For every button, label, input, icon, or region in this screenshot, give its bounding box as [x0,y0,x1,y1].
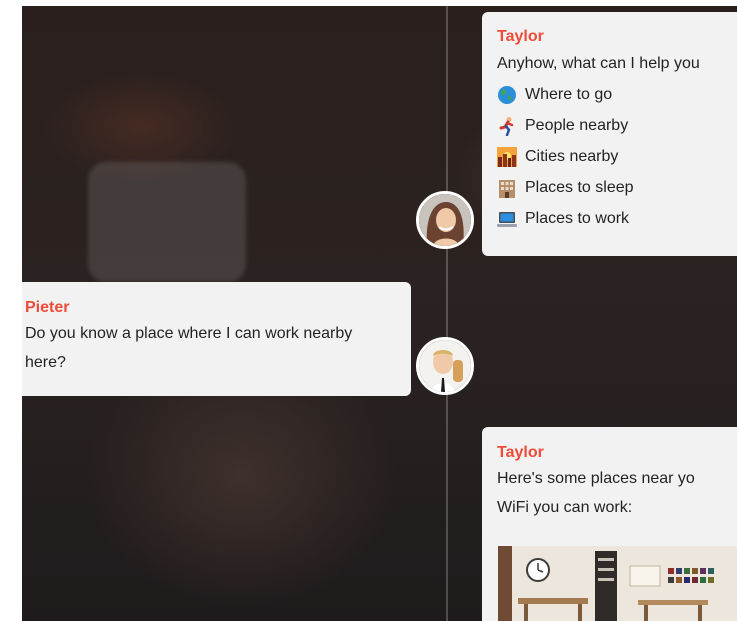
message-text: Anyhow, what can I help you [497,55,700,72]
workspace-photo[interactable] [498,546,737,621]
chat-background: Taylor Anyhow, what can I help you Where… [22,6,737,621]
message-text-line-2: WiFi you can work: [497,499,633,516]
timeline-line [446,6,448,621]
message-text-line-1: Here's some places near yo [497,470,695,487]
option-label: Places to work [525,210,630,227]
option-label: Places to sleep [525,179,634,196]
option-places-to-work[interactable]: Places to work [497,203,737,234]
laptop-icon [497,211,517,227]
hotel-icon [499,179,515,198]
taylor-message-bubble: Taylor Anyhow, what can I help you Where… [482,12,737,256]
option-label: Where to go [525,86,613,103]
option-people-nearby[interactable]: People nearby [497,110,737,141]
globe-icon [498,85,516,104]
option-places-to-sleep[interactable]: Places to sleep [497,172,737,203]
message-text: Do you know a place where I can work nea… [25,325,353,371]
running-person-icon [499,116,514,136]
cafe-image [498,546,737,621]
man-avatar-icon [419,340,471,392]
pieter-message-bubble: Pieter Do you know a place where I can w… [22,282,411,396]
sender-name: Pieter [25,299,70,316]
blurred-phone [88,162,246,282]
option-label: People nearby [525,117,629,134]
sender-name: Taylor [497,444,544,461]
option-cities-nearby[interactable]: Cities nearby [497,141,737,172]
taylor-avatar[interactable] [416,191,474,249]
pieter-avatar[interactable] [416,337,474,395]
option-label: Cities nearby [525,148,619,165]
sender-name: Taylor [497,28,544,45]
city-icon [497,146,517,167]
woman-avatar-icon [419,194,471,246]
option-where-to-go[interactable]: Where to go [497,79,737,110]
